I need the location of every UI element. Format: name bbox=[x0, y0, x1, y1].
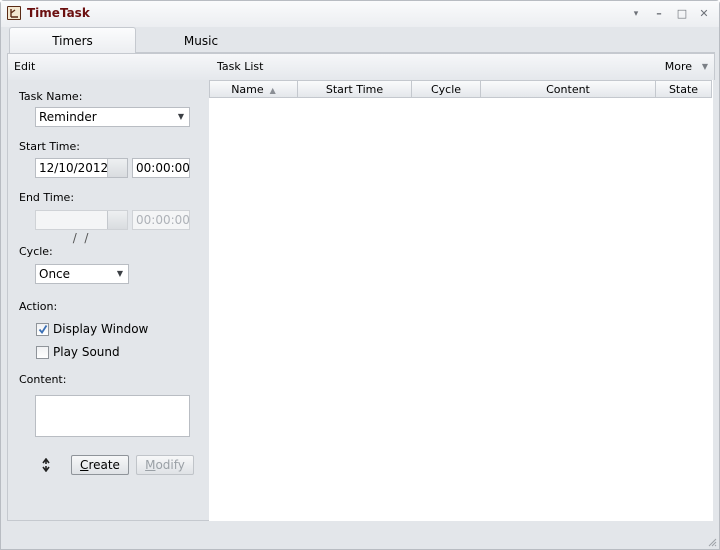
tab-music[interactable]: Music bbox=[136, 27, 266, 53]
main-tabs: Timers Music bbox=[9, 27, 715, 53]
end-date-picker[interactable]: / / bbox=[35, 210, 128, 245]
minimize-icon[interactable]: – bbox=[651, 7, 667, 21]
start-date-value: 12/10/2012 bbox=[39, 161, 109, 175]
task-list-title: Task List bbox=[217, 60, 264, 73]
start-time-value: 00:00:00 bbox=[136, 161, 190, 175]
window-title: TimeTask bbox=[27, 6, 90, 20]
more-dropdown-icon[interactable]: ▼ bbox=[702, 54, 708, 80]
end-time-value: 00:00:00 bbox=[136, 213, 190, 227]
grid-edge bbox=[713, 80, 715, 521]
start-date-picker[interactable]: 12/10/2012 bbox=[35, 158, 128, 178]
window-menu-icon[interactable]: ▾ bbox=[628, 7, 644, 21]
column-header-name[interactable]: Name ▲ bbox=[209, 80, 298, 98]
cycle-label: Cycle: bbox=[19, 245, 53, 258]
display-window-label[interactable]: Display Window bbox=[53, 322, 148, 336]
title-bar: TimeTask ▾ – □ ✕ bbox=[1, 1, 719, 27]
task-name-combo[interactable]: Reminder ▼ bbox=[35, 107, 190, 127]
timers-panel: Edit Task List More ▼ Task Name: Reminde… bbox=[7, 53, 715, 521]
end-time-input[interactable]: 00:00:00 bbox=[132, 210, 190, 230]
refresh-icon[interactable] bbox=[41, 458, 51, 472]
task-name-value: Reminder bbox=[39, 110, 97, 124]
edit-section-header: Edit bbox=[8, 54, 208, 80]
checkmark-icon bbox=[38, 325, 48, 335]
column-header-cycle[interactable]: Cycle bbox=[412, 80, 481, 98]
display-window-checkbox[interactable] bbox=[36, 323, 49, 336]
cycle-value: Once bbox=[39, 267, 71, 281]
play-sound-checkbox[interactable] bbox=[36, 346, 49, 359]
sort-ascending-icon: ▲ bbox=[269, 86, 276, 95]
content-textarea[interactable] bbox=[35, 395, 190, 437]
more-button[interactable]: More bbox=[665, 54, 692, 80]
calendar-dropdown-button[interactable] bbox=[107, 211, 127, 229]
create-button[interactable]: Create bbox=[71, 455, 129, 475]
end-time-label: End Time: bbox=[19, 191, 75, 204]
maximize-icon[interactable]: □ bbox=[674, 7, 690, 21]
modify-button[interactable]: Modify bbox=[136, 455, 194, 475]
app-clock-icon bbox=[7, 6, 21, 20]
close-icon[interactable]: ✕ bbox=[696, 7, 712, 21]
app-window: TimeTask ▾ – □ ✕ Timers Music Edit Task … bbox=[0, 0, 720, 550]
column-header-content[interactable]: Content bbox=[481, 80, 656, 98]
resize-grip-icon[interactable] bbox=[707, 537, 717, 547]
task-name-label: Task Name: bbox=[19, 90, 83, 103]
cycle-combo[interactable]: Once ▼ bbox=[35, 264, 129, 284]
calendar-dropdown-button[interactable] bbox=[107, 159, 127, 177]
tab-timers[interactable]: Timers bbox=[9, 27, 136, 53]
content-label: Content: bbox=[19, 373, 67, 386]
column-header-state[interactable]: State bbox=[656, 80, 712, 98]
column-header-start-time[interactable]: Start Time bbox=[298, 80, 412, 98]
grid-header: Name ▲ Start Time Cycle Content State bbox=[209, 80, 713, 98]
chevron-down-icon[interactable]: ▼ bbox=[117, 265, 123, 283]
action-label: Action: bbox=[19, 300, 58, 313]
task-list-section-header: Task List More ▼ bbox=[208, 54, 714, 80]
play-sound-label[interactable]: Play Sound bbox=[53, 345, 120, 359]
task-list-grid[interactable]: Name ▲ Start Time Cycle Content State bbox=[209, 80, 715, 521]
start-time-label: Start Time: bbox=[19, 140, 80, 153]
end-date-value: / / bbox=[68, 231, 89, 245]
start-time-input[interactable]: 00:00:00 bbox=[132, 158, 190, 178]
chevron-down-icon[interactable]: ▼ bbox=[178, 108, 184, 126]
